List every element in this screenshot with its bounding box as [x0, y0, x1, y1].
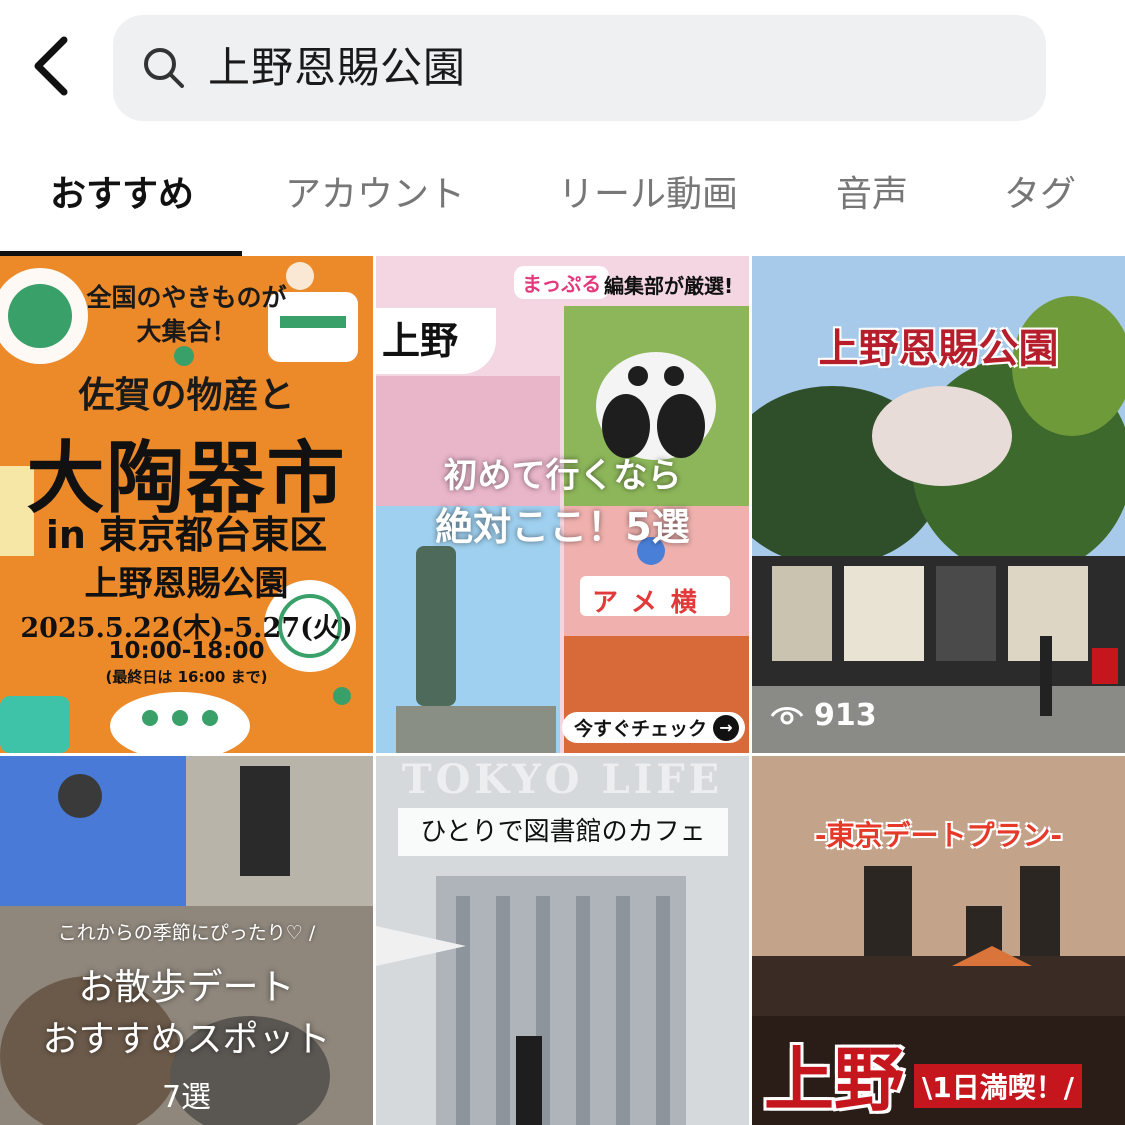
tile-text: 上野恩賜公園	[84, 564, 289, 604]
tile-headline: 上野	[764, 1039, 904, 1121]
search-icon	[144, 48, 184, 88]
tab-tags[interactable]: タグ	[1004, 170, 1076, 220]
tab-audio[interactable]: 音声	[836, 170, 908, 220]
brand-badge: まっぷる	[514, 266, 610, 299]
tile-time: 10:00-18:00	[108, 638, 265, 664]
tile-note: (最終日は 16:00 まで)	[105, 668, 268, 686]
results-grid: 全国のやきものが 大集合！ 佐賀の物産と 大陶器市 in 東京都台東区 上野恩賜…	[0, 256, 1125, 1125]
view-count-value: 913	[814, 698, 877, 733]
arrow-right-icon: →	[713, 714, 739, 741]
eye-icon	[770, 706, 804, 724]
tile-text: 大集合！	[136, 317, 237, 346]
result-tile-ueno-park-photo[interactable]: 上野恩賜公園 913	[752, 256, 1125, 753]
result-tile-library-cafe[interactable]: TOKYO LIFE ひとりで図書館のカフェ	[376, 756, 749, 1125]
chevron-left-icon	[34, 36, 68, 96]
tile-count: 7選	[161, 1080, 212, 1115]
background-word: TOKYO LIFE	[401, 756, 724, 803]
tile-headline: おすすめスポット	[42, 1019, 331, 1060]
tab-accounts[interactable]: アカウント	[285, 170, 465, 220]
back-button[interactable]	[26, 30, 86, 102]
location-tag: 上野	[376, 308, 496, 374]
tile-caption: これからの季節にぴったり♡ /	[57, 922, 316, 944]
tile-headline: 絶対ここ！5選	[435, 505, 690, 549]
result-tile-tokyo-date-plan[interactable]: -東京デートプラン- 上野 \1日満喫！/	[752, 756, 1125, 1125]
check-now-label: 今すぐチェック	[573, 718, 707, 740]
view-count: 913	[770, 698, 877, 733]
tile-title: 上野恩賜公園	[818, 326, 1059, 372]
tile-headline: 初めて行くなら	[443, 456, 682, 496]
search-input[interactable]: 上野恩賜公園	[208, 40, 466, 96]
result-tile-pottery-fair[interactable]: 全国のやきものが 大集合！ 佐賀の物産と 大陶器市 in 東京都台東区 上野恩賜…	[0, 256, 373, 753]
tile-headline: お散歩デート	[78, 967, 295, 1008]
result-tile-ueno-top5[interactable]: まっぷる 編集部が厳選! 上野 初めて行くなら 絶対ここ！5選 アメ横 今すぐチ…	[376, 256, 749, 753]
tile-subtitle: \1日満喫！/	[914, 1064, 1082, 1108]
tab-bar: おすすめ アカウント リール動画 音声 タグ	[0, 150, 1125, 256]
tile-text: in 東京都台東区	[45, 513, 328, 557]
tile-title: -東京デートプラン-	[814, 819, 1063, 852]
brand-caption: 編集部が厳選!	[604, 274, 734, 298]
tile-text: 全国のやきものが	[86, 283, 287, 312]
tile-text: 佐賀の物産と	[78, 375, 295, 416]
tile-banner: ひとりで図書館のカフェ	[398, 808, 728, 856]
check-now-button[interactable]: 今すぐチェック →	[561, 712, 745, 743]
tab-recommended[interactable]: おすすめ	[50, 170, 194, 220]
result-tile-walk-date[interactable]: これからの季節にぴったり♡ / お散歩デート おすすめスポット 7選	[0, 756, 373, 1125]
ameyoko-sign: アメ横	[592, 588, 711, 618]
tab-reels[interactable]: リール動画	[558, 170, 738, 220]
